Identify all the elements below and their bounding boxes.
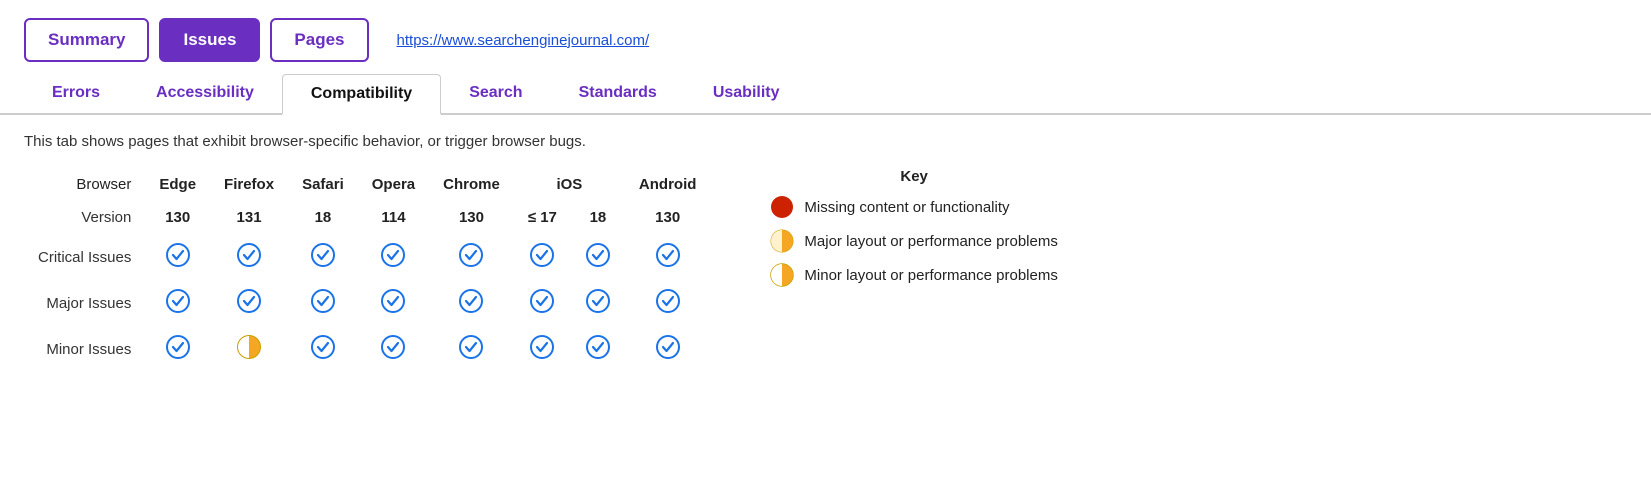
minor-android	[625, 326, 711, 372]
edge-version: 130	[145, 201, 210, 234]
critical-android	[625, 234, 711, 280]
key-row-missing: Missing content or functionality	[770, 195, 1057, 219]
major-ios-le17	[514, 280, 571, 326]
summary-button[interactable]: Summary	[24, 18, 149, 62]
critical-safari	[288, 234, 358, 280]
key-missing-label: Missing content or functionality	[804, 199, 1009, 216]
browser-compat-table: Browser Edge Firefox Safari Opera Chrome…	[24, 168, 710, 372]
major-android	[625, 280, 711, 326]
critical-edge	[145, 234, 210, 280]
critical-firefox	[210, 234, 288, 280]
minor-edge	[145, 326, 210, 372]
key-major-label: Major layout or performance problems	[804, 233, 1057, 250]
ios-version-le17: ≤ 17	[514, 201, 571, 234]
minor-firefox	[210, 326, 288, 372]
critical-issues-label: Critical Issues	[24, 234, 145, 280]
minor-issues-label: Minor Issues	[24, 326, 145, 372]
key-title: Key	[770, 168, 1057, 185]
critical-ios-18	[571, 234, 625, 280]
major-issues-label: Major Issues	[24, 280, 145, 326]
key-section: Key Missing content or functionality Maj…	[770, 168, 1057, 297]
browser-firefox: Firefox	[210, 168, 288, 201]
key-row-minor: Minor layout or performance problems	[770, 263, 1057, 287]
major-chrome	[429, 280, 514, 326]
key-row-major: Major layout or performance problems	[770, 229, 1057, 253]
major-edge	[145, 280, 210, 326]
android-version: 130	[625, 201, 711, 234]
tabs-bar: Errors Accessibility Compatibility Searc…	[0, 74, 1651, 115]
browser-edge: Edge	[145, 168, 210, 201]
tab-search[interactable]: Search	[441, 74, 550, 115]
tab-description: This tab shows pages that exhibit browse…	[0, 115, 1651, 158]
tab-accessibility[interactable]: Accessibility	[128, 74, 282, 115]
tab-errors[interactable]: Errors	[24, 74, 128, 115]
site-url-link[interactable]: https://www.searchenginejournal.com/	[397, 32, 650, 49]
critical-chrome	[429, 234, 514, 280]
tab-compatibility[interactable]: Compatibility	[282, 74, 441, 115]
firefox-version: 131	[210, 201, 288, 234]
minor-chrome	[429, 326, 514, 372]
chrome-version: 130	[429, 201, 514, 234]
minor-ios-18	[571, 326, 625, 372]
top-bar: Summary Issues Pages https://www.searche…	[0, 0, 1651, 74]
issues-button[interactable]: Issues	[159, 18, 260, 62]
browser-ios: iOS	[514, 168, 625, 201]
major-firefox	[210, 280, 288, 326]
minor-ios-le17	[514, 326, 571, 372]
major-ios-18	[571, 280, 625, 326]
critical-ios-le17	[514, 234, 571, 280]
tab-standards[interactable]: Standards	[551, 74, 685, 115]
compatibility-table-section: Browser Edge Firefox Safari Opera Chrome…	[0, 158, 1651, 392]
browser-opera: Opera	[358, 168, 429, 201]
browser-col-label: Browser	[24, 168, 145, 201]
safari-version: 18	[288, 201, 358, 234]
browser-android: Android	[625, 168, 711, 201]
minor-opera	[358, 326, 429, 372]
key-minor-label: Minor layout or performance problems	[804, 267, 1057, 284]
ios-version-18: 18	[571, 201, 625, 234]
major-opera	[358, 280, 429, 326]
pages-button[interactable]: Pages	[270, 18, 368, 62]
browser-chrome: Chrome	[429, 168, 514, 201]
minor-safari	[288, 326, 358, 372]
version-row-label: Version	[24, 201, 145, 234]
tab-usability[interactable]: Usability	[685, 74, 808, 115]
critical-opera	[358, 234, 429, 280]
opera-version: 114	[358, 201, 429, 234]
browser-safari: Safari	[288, 168, 358, 201]
major-safari	[288, 280, 358, 326]
